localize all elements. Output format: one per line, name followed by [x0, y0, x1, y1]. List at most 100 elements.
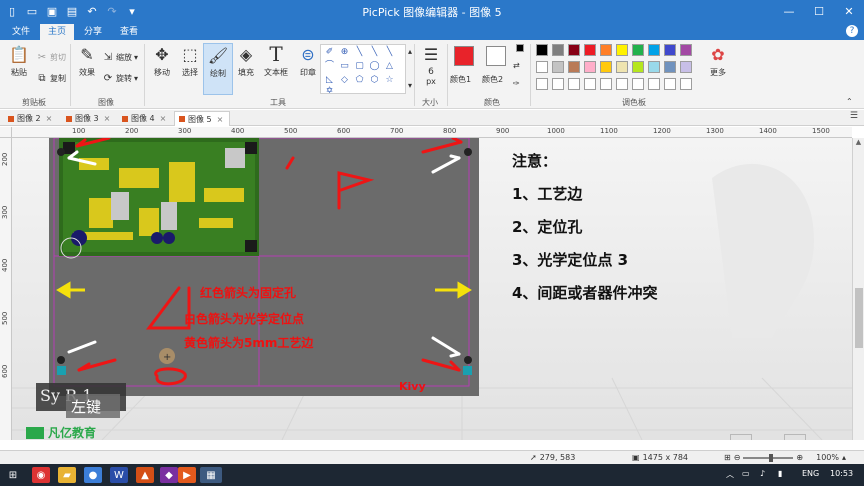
rectangle-shape-icon[interactable]: ▭: [338, 60, 351, 73]
pen-shape-icon[interactable]: ✐: [323, 46, 336, 59]
palette-swatch[interactable]: [648, 44, 660, 56]
zoom-slider[interactable]: [743, 453, 794, 462]
picpick-taskbar-icon[interactable]: ▦: [200, 467, 222, 483]
palette-swatch[interactable]: [680, 61, 692, 73]
stamp-tool-button[interactable]: ⊜ 印章: [293, 43, 323, 78]
palette-swatch[interactable]: [536, 61, 548, 73]
file-explorer-icon[interactable]: ▰: [58, 467, 76, 483]
network-icon[interactable]: ▭: [742, 469, 750, 478]
app-icon[interactable]: ●: [84, 467, 102, 483]
palette-swatch-empty[interactable]: [536, 78, 548, 90]
double-arrow-shape-icon[interactable]: ╲: [383, 46, 396, 59]
scrollbar-thumb[interactable]: [855, 288, 863, 348]
palette-swatch[interactable]: [552, 61, 564, 73]
shapes-scroll-up[interactable]: ▴: [408, 44, 412, 58]
zoom-dropdown-icon[interactable]: ▴: [842, 453, 846, 462]
help-icon[interactable]: ?: [846, 25, 858, 37]
palette-swatch[interactable]: [680, 44, 692, 56]
palette-swatch-empty[interactable]: [584, 78, 596, 90]
default-colors-icon[interactable]: [516, 44, 524, 52]
close-tab-icon[interactable]: ×: [217, 112, 224, 127]
cut-button[interactable]: ✂ 剪切: [36, 50, 66, 64]
app-icon[interactable]: ▶: [178, 467, 196, 483]
more-colors-button[interactable]: ✿ 更多: [703, 43, 733, 78]
color1-swatch[interactable]: [454, 46, 474, 66]
swap-colors-icon[interactable]: ⇄: [513, 58, 520, 72]
palette-swatch[interactable]: [616, 61, 628, 73]
crosshair-shape-icon[interactable]: ⊕: [338, 46, 351, 59]
rotate-button[interactable]: ⟳ 旋转 ▾: [102, 71, 138, 85]
fit-icon[interactable]: ⊞: [724, 453, 731, 462]
chrome-icon[interactable]: ◉: [32, 467, 50, 483]
collapse-ribbon-icon[interactable]: ⌃: [846, 94, 853, 108]
palette-swatch[interactable]: [664, 61, 676, 73]
maximize-button[interactable]: ☐: [804, 0, 834, 22]
pentagon-shape-icon[interactable]: ⬠: [353, 74, 366, 87]
triangle-shape-icon[interactable]: △: [383, 60, 396, 73]
close-tab-icon[interactable]: ×: [160, 111, 167, 126]
copy-button[interactable]: ⧉ 复制: [36, 71, 66, 85]
line-shape-icon[interactable]: ╲: [353, 46, 366, 59]
palette-swatch-empty[interactable]: [552, 78, 564, 90]
hexagon-shape-icon[interactable]: ⬡: [368, 74, 381, 87]
effects-button[interactable]: ✎ 效果: [72, 43, 102, 78]
palette-swatch[interactable]: [616, 44, 628, 56]
tab-share[interactable]: 分享: [76, 24, 110, 40]
color-picker-icon[interactable]: ✑: [513, 76, 520, 90]
palette-swatch[interactable]: [600, 61, 612, 73]
vertical-scrollbar[interactable]: ▲: [852, 138, 864, 440]
diamond-shape-icon[interactable]: ◇: [338, 74, 351, 87]
palette-swatch[interactable]: [568, 61, 580, 73]
close-tab-icon[interactable]: ×: [104, 111, 111, 126]
palette-swatch[interactable]: [648, 61, 660, 73]
palette-swatch-empty[interactable]: [648, 78, 660, 90]
close-tab-icon[interactable]: ×: [46, 111, 53, 126]
language-indicator[interactable]: ENG: [802, 469, 819, 478]
word-icon[interactable]: W: [110, 467, 128, 483]
tab-view[interactable]: 查看: [112, 24, 146, 40]
palette-swatch[interactable]: [584, 61, 596, 73]
rounded-rectangle-shape-icon[interactable]: ▢: [353, 60, 366, 73]
text-tool-button[interactable]: T 文本框: [261, 42, 291, 78]
volume-icon[interactable]: ♪: [760, 469, 765, 478]
start-menu-icon[interactable]: ⊞: [4, 467, 22, 483]
palette-swatch-empty[interactable]: [600, 78, 612, 90]
battery-icon[interactable]: ▮: [778, 469, 782, 478]
palette-swatch[interactable]: [632, 44, 644, 56]
tab-file[interactable]: 文件: [4, 24, 38, 40]
ellipse-shape-icon[interactable]: ◯: [368, 60, 381, 73]
doc-tab-image2[interactable]: 图像 2 ×: [4, 111, 58, 126]
app-icon[interactable]: ◆: [160, 467, 178, 483]
tab-home[interactable]: 主页: [40, 24, 75, 40]
doc-tab-image4[interactable]: 图像 4 ×: [118, 111, 172, 126]
image-canvas[interactable]: + 红色箭头为固定孔 白色箭头为光学定位点 黄色箭头为5mm工艺边 Kivy 注…: [12, 138, 852, 440]
palette-swatch[interactable]: [632, 61, 644, 73]
palette-swatch-empty[interactable]: [680, 78, 692, 90]
clock[interactable]: 10:53: [830, 469, 853, 478]
shapes-scroll-down[interactable]: ▾: [408, 78, 412, 92]
color2-swatch[interactable]: [486, 46, 506, 66]
tray-chevron-icon[interactable]: ︿: [726, 469, 734, 480]
fill-tool-button[interactable]: ◈ 填充: [231, 43, 261, 78]
minimize-button[interactable]: —: [774, 0, 804, 22]
star6-shape-icon[interactable]: ✡: [323, 85, 336, 98]
zoom-out-icon[interactable]: ⊖: [734, 453, 741, 462]
palette-swatch[interactable]: [600, 44, 612, 56]
palette-swatch[interactable]: [664, 44, 676, 56]
size-button[interactable]: ☰ 6 px: [416, 43, 446, 87]
palette-swatch-empty[interactable]: [568, 78, 580, 90]
close-button[interactable]: ✕: [834, 0, 864, 22]
palette-swatch-empty[interactable]: [616, 78, 628, 90]
move-tool-button[interactable]: ✥ 移动: [147, 43, 177, 78]
draw-tool-button[interactable]: 🖌 绘制: [203, 43, 233, 95]
doc-tab-image3[interactable]: 图像 3 ×: [62, 111, 116, 126]
palette-swatch[interactable]: [584, 44, 596, 56]
palette-swatch-empty[interactable]: [664, 78, 676, 90]
doc-tab-image5[interactable]: 图像 5 ×: [174, 111, 231, 127]
palette-swatch[interactable]: [568, 44, 580, 56]
scroll-up-icon[interactable]: ▲: [853, 138, 864, 146]
palette-swatch-empty[interactable]: [632, 78, 644, 90]
zoom-in-icon[interactable]: ⊕: [796, 453, 803, 462]
star-shape-icon[interactable]: ☆: [383, 74, 396, 87]
palette-swatch[interactable]: [536, 44, 548, 56]
